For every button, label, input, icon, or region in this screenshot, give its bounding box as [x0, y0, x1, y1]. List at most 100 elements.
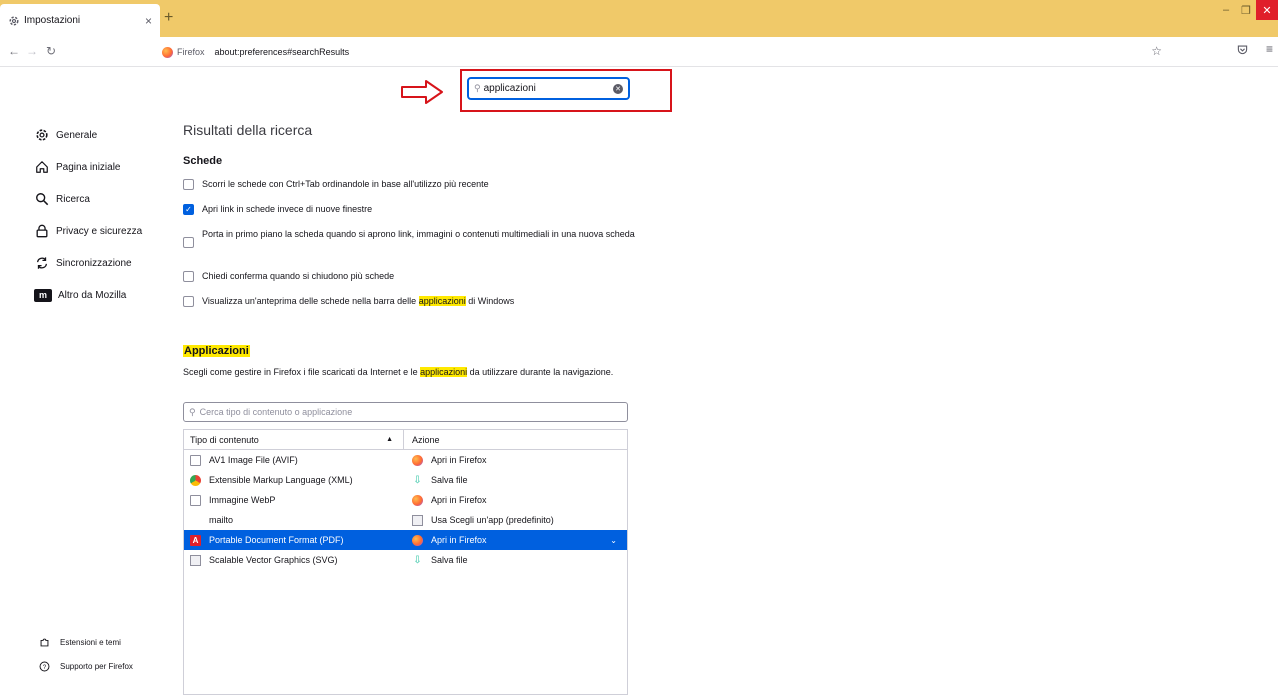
- option-label: Porta in primo piano la scheda quando si…: [202, 229, 635, 239]
- tab-strip: Impostazioni × + – ❐ ✕: [0, 0, 1278, 37]
- pdf-icon: A: [190, 534, 201, 546]
- sidebar-item-supporto[interactable]: ? Supporto per Firefox: [36, 661, 176, 672]
- column-header-label: Azione: [412, 434, 440, 445]
- sidebar-item-label: Privacy e sicurezza: [56, 225, 143, 237]
- content-type: AV1 Image File (AVIF): [209, 455, 298, 465]
- option-label: Scorri le schede con Ctrl+Tab ordinandol…: [202, 179, 489, 189]
- preferences-search: ⚲ ✕: [467, 77, 630, 100]
- sync-icon: [34, 256, 50, 270]
- option-switch-to-new-tab[interactable]: Porta in primo piano la scheda quando si…: [183, 226, 638, 248]
- sidebar-item-label: Sincronizzazione: [56, 257, 132, 269]
- table-row[interactable]: Scalable Vector Graphics (SVG) ⇩ Salva fi…: [184, 550, 627, 570]
- desc-before: Scegli come gestire in Firefox i file sc…: [183, 367, 421, 377]
- content-type: Scalable Vector Graphics (SVG): [209, 555, 338, 565]
- chrome-icon: [190, 474, 201, 486]
- mozilla-icon: m: [34, 288, 52, 302]
- bookmark-star-icon[interactable]: ☆: [1151, 44, 1162, 58]
- nav-bar: ← → ↻ Firefox about:preferences#searchRe…: [0, 37, 1278, 67]
- help-icon: ?: [36, 661, 52, 672]
- firefox-icon: [412, 454, 423, 466]
- new-tab-button[interactable]: +: [164, 9, 173, 27]
- close-window-button[interactable]: ✕: [1256, 0, 1278, 20]
- minimize-button[interactable]: –: [1216, 0, 1236, 20]
- option-label-after: di Windows: [465, 296, 515, 306]
- file-icon: [190, 494, 201, 506]
- option-label: Apri link in schede invece di nuove fine…: [202, 204, 373, 214]
- svg-text:?: ?: [42, 664, 46, 671]
- content-type-search-input[interactable]: [199, 407, 622, 417]
- action-label: Usa Scegli un'app (predefinito): [431, 515, 554, 525]
- url-bar[interactable]: Firefox about:preferences#searchResults …: [162, 41, 1167, 63]
- apps-section-description: Scegli come gestire in Firefox i file sc…: [183, 363, 628, 381]
- option-open-links-in-tabs[interactable]: ✓ Apri link in schede invece di nuove fi…: [183, 201, 643, 218]
- action-label: Apri in Firefox: [431, 495, 487, 505]
- sidebar-item-privacy[interactable]: Privacy e sicurezza: [34, 215, 174, 247]
- file-icon: [190, 454, 201, 466]
- gear-icon: [8, 15, 20, 27]
- action-label: Salva file: [431, 475, 468, 485]
- option-ctrl-tab[interactable]: Scorri le schede con Ctrl+Tab ordinandol…: [183, 176, 643, 193]
- search-icon: ⚲: [474, 83, 481, 93]
- table-row-selected[interactable]: A Portable Document Format (PDF) Apri in …: [184, 530, 627, 550]
- option-warn-closing-tabs[interactable]: Chiedi conferma quando si chiudono più s…: [183, 268, 643, 285]
- forward-arrow-icon[interactable]: →: [26, 44, 38, 58]
- home-icon: [34, 160, 50, 174]
- table-header: Tipo di contenuto ▲ Azione: [184, 430, 627, 450]
- table-row[interactable]: Extensible Markup Language (XML) ⇩ Salva …: [184, 470, 627, 490]
- hamburger-menu-icon[interactable]: ≡: [1266, 42, 1273, 56]
- sidebar-item-label: Ricerca: [56, 193, 90, 205]
- url-text[interactable]: about:preferences#searchResults: [215, 47, 350, 57]
- desc-after: da utilizzare durante la navigazione.: [467, 367, 614, 377]
- column-header-type[interactable]: Tipo di contenuto ▲: [184, 430, 404, 449]
- content-type: Extensible Markup Language (XML): [209, 475, 353, 485]
- reload-icon[interactable]: ↻: [46, 44, 56, 58]
- tab-close-button[interactable]: ×: [145, 14, 152, 28]
- search-highlight: applicazioni: [420, 367, 468, 377]
- search-icon: [34, 192, 50, 206]
- sidebar-item-pagina-iniziale[interactable]: Pagina iniziale: [34, 151, 174, 183]
- annotation-arrow-icon: [401, 80, 443, 104]
- pocket-icon[interactable]: [1237, 44, 1248, 58]
- sidebar-item-estensioni[interactable]: Estensioni e temi: [36, 637, 176, 648]
- sidebar-item-label: Pagina iniziale: [56, 161, 121, 173]
- option-label: Visualizza un'anteprima delle schede nel…: [202, 293, 514, 310]
- save-icon: ⇩: [413, 474, 422, 486]
- checkbox[interactable]: [183, 296, 194, 307]
- checkbox[interactable]: [183, 271, 194, 282]
- back-arrow-icon[interactable]: ←: [8, 44, 20, 58]
- sort-ascending-icon: ▲: [386, 436, 393, 443]
- gear-icon: [34, 128, 50, 142]
- search-icon: ⚲: [189, 406, 196, 417]
- tab-title: Impostazioni: [24, 15, 81, 26]
- url-brand: Firefox: [177, 47, 205, 57]
- sidebar-item-ricerca[interactable]: Ricerca: [34, 183, 174, 215]
- table-row[interactable]: AV1 Image File (AVIF) Apri in Firefox: [184, 450, 627, 470]
- sidebar-item-generale[interactable]: Generale: [34, 119, 174, 151]
- checkbox[interactable]: [183, 237, 194, 248]
- sidebar-item-label: Supporto per Firefox: [60, 662, 133, 671]
- tab-impostazioni[interactable]: Impostazioni ×: [0, 4, 160, 37]
- content-type-filter: ⚲: [183, 402, 628, 422]
- table-row[interactable]: Immagine WebP Apri in Firefox: [184, 490, 627, 510]
- table-row[interactable]: mailto Usa Scegli un'app (predefinito): [184, 510, 627, 530]
- clear-search-icon[interactable]: ✕: [613, 83, 623, 94]
- sidebar-item-label: Altro da Mozilla: [58, 289, 127, 301]
- firefox-icon: [412, 534, 423, 546]
- sidebar-item-sincronizzazione[interactable]: Sincronizzazione: [34, 247, 174, 279]
- lock-icon: [34, 224, 50, 238]
- column-header-action[interactable]: Azione: [404, 435, 440, 445]
- apps-section-title: Applicazioni: [183, 345, 250, 357]
- sidebar-item-label: Generale: [56, 129, 98, 141]
- option-label: Chiedi conferma quando si chiudono più s…: [202, 271, 395, 281]
- option-taskbar-previews[interactable]: Visualizza un'anteprima delle schede nel…: [183, 293, 643, 310]
- checkbox[interactable]: [183, 179, 194, 190]
- firefox-logo-icon: [162, 46, 173, 58]
- restore-button[interactable]: ❐: [1236, 0, 1256, 20]
- chevron-down-icon[interactable]: ⌄: [610, 536, 617, 545]
- checkbox-checked[interactable]: ✓: [183, 204, 194, 215]
- svg-icon: [190, 554, 201, 566]
- window-controls: – ❐ ✕: [1216, 0, 1278, 24]
- sidebar-item-altro-da-mozilla[interactable]: m Altro da Mozilla: [34, 279, 174, 311]
- content-type: Immagine WebP: [209, 495, 276, 505]
- search-input[interactable]: [483, 83, 613, 94]
